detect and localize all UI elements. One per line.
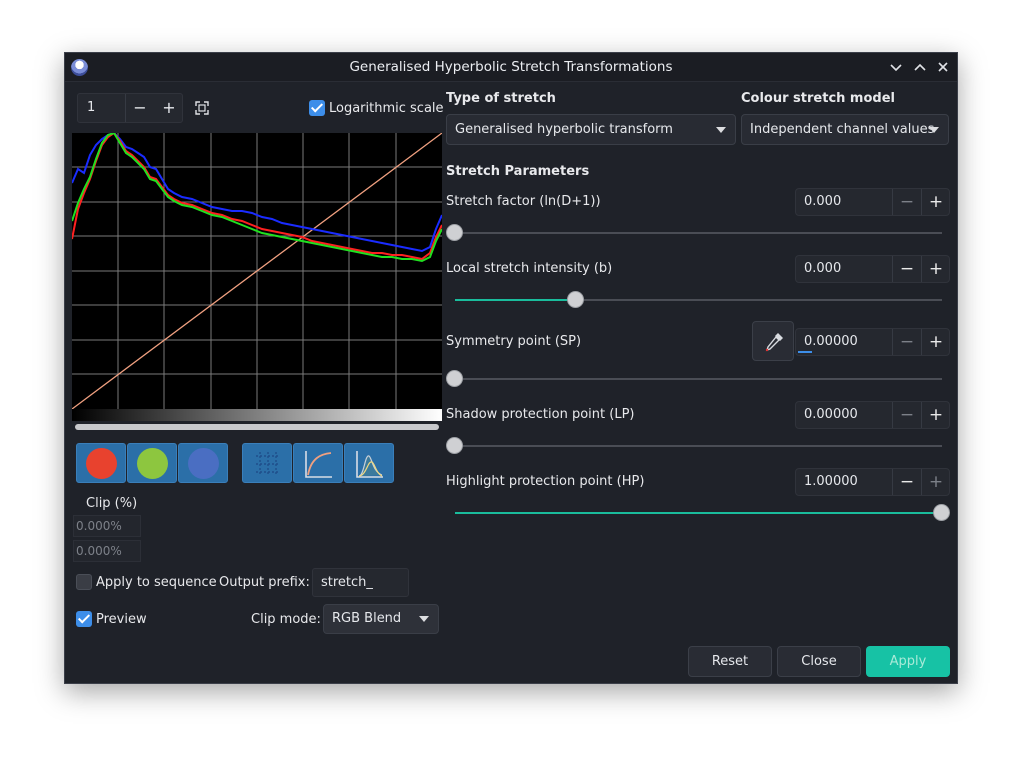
symmetry-point-slider-handle[interactable] — [446, 370, 463, 387]
histogram-svg — [71, 131, 443, 410]
stretch-type-value: Generalised hyperbolic transform — [455, 122, 673, 137]
symmetry-point-spinbox[interactable]: 0.00000 − + — [795, 328, 950, 356]
zoom-spinbox[interactable]: 1 − + — [77, 93, 183, 123]
histogram-icon — [356, 451, 383, 478]
colour-model-label: Colour stretch model — [741, 91, 895, 106]
clip-mode-select[interactable]: RGB Blend — [323, 604, 439, 634]
stretch-type-label: Type of stretch — [446, 91, 556, 106]
clip-mode-label: Clip mode: — [251, 612, 321, 627]
shadow-protection-plus-button[interactable]: + — [922, 402, 950, 428]
reset-button[interactable]: Reset — [688, 646, 772, 677]
curve-toggle[interactable] — [293, 443, 343, 483]
red-channel-toggle[interactable] — [76, 443, 126, 483]
colour-model-value: Independent channel values — [750, 122, 935, 137]
shadow-protection-minus-button[interactable]: − — [893, 402, 921, 428]
text-cursor-marker — [798, 351, 812, 353]
local-intensity-minus-button[interactable]: − — [893, 256, 921, 282]
grid-toggle[interactable] — [242, 443, 292, 483]
clip-label: Clip (%) — [86, 496, 138, 511]
local-intensity-label: Local stretch intensity (b) — [446, 261, 613, 276]
zoom-value: 1 — [87, 100, 96, 115]
output-prefix-label: Output prefix: — [219, 575, 310, 590]
symmetry-point-label: Symmetry point (SP) — [446, 334, 582, 349]
chevron-down-icon — [716, 126, 726, 133]
apply-sequence-label: Apply to sequence — [96, 575, 217, 590]
shadow-protection-value: 0.00000 — [804, 407, 858, 422]
local-intensity-value: 0.000 — [804, 261, 842, 276]
apply-sequence-checkbox[interactable] — [76, 574, 92, 590]
log-scale-checkbox[interactable] — [309, 100, 325, 116]
blue-channel-toggle[interactable] — [178, 443, 228, 483]
apply-button[interactable]: Apply — [866, 646, 950, 677]
local-intensity-spinbox[interactable]: 0.000 − + — [795, 255, 950, 283]
fit-zoom-icon[interactable] — [193, 99, 211, 117]
zoom-minus-button[interactable]: − — [126, 94, 154, 122]
green-channel-icon — [137, 448, 168, 479]
maximize-icon[interactable] — [911, 58, 929, 76]
histogram-toggle[interactable] — [344, 443, 394, 483]
stretch-factor-label: Stretch factor (ln(D+1)) — [446, 194, 601, 209]
shadow-protection-slider-handle[interactable] — [446, 437, 463, 454]
shadow-protection-label: Shadow protection point (LP) — [446, 407, 635, 422]
preview-label: Preview — [96, 612, 147, 627]
stretch-factor-value: 0.000 — [804, 194, 842, 209]
stretch-type-select[interactable]: Generalised hyperbolic transform — [446, 114, 736, 145]
close-button[interactable]: Close — [777, 646, 861, 677]
green-channel-toggle[interactable] — [127, 443, 177, 483]
highlight-protection-spinbox[interactable]: 1.00000 − + — [795, 468, 950, 496]
symmetry-point-slider[interactable] — [455, 378, 942, 380]
title-bar: Generalised Hyperbolic Stretch Transform… — [65, 53, 957, 82]
window-title: Generalised Hyperbolic Stretch Transform… — [349, 59, 673, 75]
local-intensity-slider-handle[interactable] — [567, 291, 584, 308]
stretch-params-label: Stretch Parameters — [446, 164, 590, 179]
colour-model-select[interactable]: Independent channel values — [741, 114, 949, 145]
output-prefix-input[interactable]: stretch_ — [312, 568, 409, 597]
red-channel-icon — [86, 448, 117, 479]
chevron-down-icon — [929, 126, 939, 133]
symmetry-point-minus-button[interactable]: − — [893, 329, 921, 355]
log-scale-label: Logarithmic scale — [329, 101, 444, 116]
chevron-down-icon — [419, 616, 429, 622]
stretch-factor-plus-button[interactable]: + — [922, 189, 950, 215]
histogram-scrollbar[interactable] — [75, 424, 439, 430]
highlight-protection-slider-handle[interactable] — [933, 504, 950, 521]
gradient-bar — [72, 409, 442, 421]
stretch-factor-spinbox[interactable]: 0.000 − + — [795, 188, 950, 216]
highlight-protection-plus-button[interactable]: + — [922, 469, 950, 495]
minimize-icon[interactable] — [887, 58, 905, 76]
symmetry-point-plus-button[interactable]: + — [922, 329, 950, 355]
highlight-protection-value: 1.00000 — [804, 474, 858, 489]
close-window-icon[interactable] — [934, 58, 952, 76]
highlight-protection-minus-button[interactable]: − — [893, 469, 921, 495]
clip-high-field[interactable]: 0.000% — [73, 540, 141, 562]
shadow-protection-spinbox[interactable]: 0.00000 − + — [795, 401, 950, 429]
symmetry-picker-button[interactable] — [752, 321, 794, 361]
local-intensity-slider-fill — [455, 299, 575, 301]
highlight-protection-label: Highlight protection point (HP) — [446, 474, 645, 489]
shadow-protection-slider[interactable] — [455, 445, 942, 447]
ght-dialog: Generalised Hyperbolic Stretch Transform… — [64, 52, 958, 684]
curve-icon — [305, 451, 332, 478]
symmetry-point-value: 0.00000 — [804, 334, 858, 349]
local-intensity-plus-button[interactable]: + — [922, 256, 950, 282]
eyedropper-icon — [765, 333, 783, 352]
highlight-protection-slider-fill — [455, 512, 935, 514]
histogram-plot[interactable] — [71, 131, 443, 410]
grid-icon — [256, 452, 280, 476]
blue-channel-icon — [188, 448, 219, 479]
stretch-factor-slider-handle[interactable] — [446, 224, 463, 241]
stretch-factor-slider[interactable] — [455, 232, 942, 234]
stretch-factor-minus-button[interactable]: − — [893, 189, 921, 215]
clip-mode-value: RGB Blend — [332, 611, 402, 626]
clip-low-field[interactable]: 0.000% — [73, 515, 141, 537]
preview-checkbox[interactable] — [76, 611, 92, 627]
zoom-plus-button[interactable]: + — [155, 94, 183, 122]
